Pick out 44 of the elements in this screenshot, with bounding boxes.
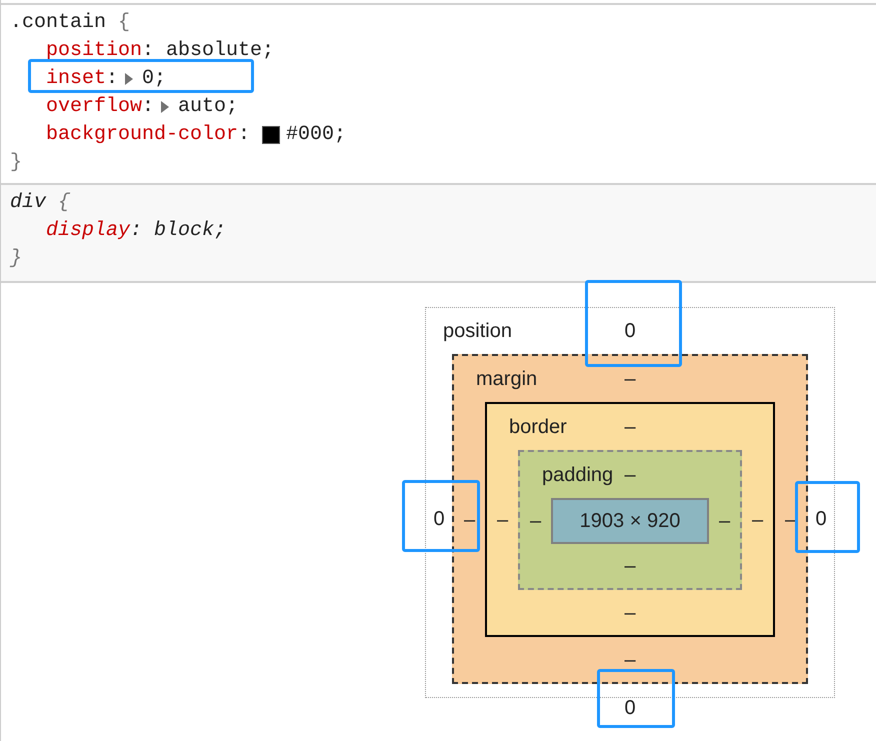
box-value[interactable]: 0	[815, 507, 827, 531]
property-name[interactable]: position	[46, 37, 142, 65]
property-value[interactable]: 0;	[142, 65, 166, 93]
expand-triangle-icon[interactable]	[160, 100, 170, 114]
property-name[interactable]: background-color	[46, 121, 238, 149]
box-label: position	[442, 320, 513, 342]
box-label: border	[508, 416, 568, 438]
property-name[interactable]: overflow	[46, 93, 142, 121]
close-brace: }	[10, 246, 22, 272]
open-brace: {	[58, 190, 70, 216]
property-value[interactable]: #000;	[286, 121, 346, 149]
property-name[interactable]: inset	[46, 65, 106, 93]
box-label: padding	[541, 464, 614, 486]
box-value[interactable]: –	[718, 509, 730, 533]
box-label: margin	[475, 368, 538, 390]
rule-selector: div	[10, 190, 46, 216]
colon: :	[238, 122, 250, 148]
box-value[interactable]: –	[624, 415, 636, 439]
property-value[interactable]: auto;	[178, 93, 238, 121]
rule-selector: .contain	[10, 10, 106, 36]
close-brace: }	[10, 150, 22, 176]
colon: :	[130, 218, 142, 244]
box-value[interactable]: –	[624, 463, 636, 487]
box-value[interactable]: –	[624, 367, 636, 391]
box-value[interactable]: 0	[624, 696, 636, 720]
colon: :	[142, 38, 154, 64]
expand-triangle-icon[interactable]	[124, 72, 134, 86]
box-value[interactable]: –	[464, 508, 476, 532]
open-brace: {	[118, 10, 130, 36]
box-value[interactable]: 0	[624, 319, 636, 343]
box-value[interactable]: –	[624, 648, 636, 672]
box-value[interactable]: –	[530, 509, 542, 533]
property-name[interactable]: display	[46, 217, 130, 245]
box-value[interactable]: –	[624, 554, 636, 578]
box-value[interactable]: –	[496, 508, 508, 532]
box-value[interactable]: –	[752, 508, 764, 532]
color-swatch[interactable]	[262, 126, 280, 144]
box-value[interactable]: 0	[433, 507, 445, 531]
property-value[interactable]: absolute;	[166, 37, 274, 65]
colon: :	[106, 66, 118, 92]
property-value[interactable]: block;	[154, 217, 226, 245]
colon: :	[142, 94, 154, 120]
box-value[interactable]: –	[624, 600, 636, 624]
content-size[interactable]: 1903 × 920	[551, 498, 709, 544]
